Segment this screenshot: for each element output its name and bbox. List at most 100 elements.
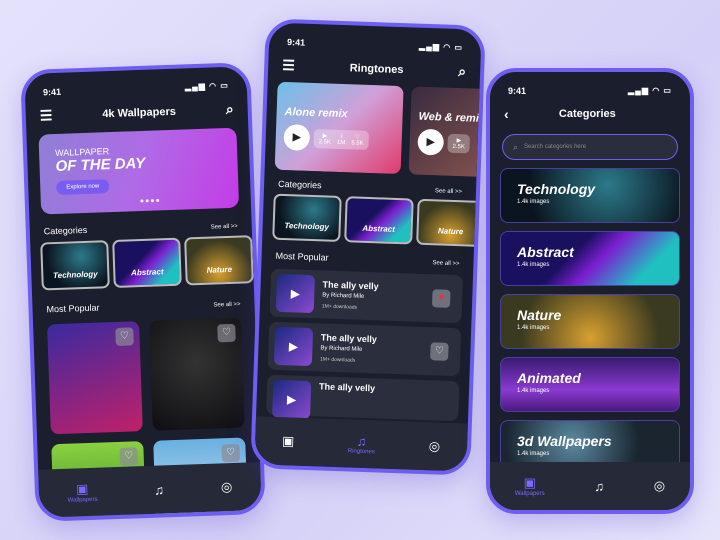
see-all-link[interactable]: See all >> bbox=[432, 260, 459, 267]
music-note-icon: ♫ bbox=[153, 481, 165, 498]
play-button[interactable]: ▶ bbox=[417, 128, 445, 156]
category-card[interactable]: Nature 1.4k images bbox=[500, 294, 680, 349]
play-thumbnail[interactable]: ▶ bbox=[271, 379, 312, 420]
bottom-nav: ▣ Wallpapers ♫ ◎ bbox=[38, 462, 262, 518]
category-card[interactable]: Technology bbox=[272, 193, 342, 243]
category-name: Animated bbox=[517, 370, 581, 386]
menu-icon[interactable]: ☰ bbox=[39, 107, 52, 124]
signal-wifi-battery-icon: ▂▄▆ ◠ ▭ bbox=[628, 86, 672, 95]
signal-wifi-battery-icon: ▂▄▆ ◠ ▭ bbox=[184, 80, 229, 92]
status-time: 9:41 bbox=[286, 37, 306, 48]
search-icon[interactable]: ⌕ bbox=[458, 63, 466, 80]
section-title: Categories bbox=[43, 224, 88, 237]
ringtone-title: Web & remix bbox=[418, 110, 480, 126]
play-button[interactable]: ▶ bbox=[283, 124, 311, 151]
song-downloads: 1M+ downloads bbox=[319, 356, 356, 364]
music-note-icon: ♫ bbox=[356, 433, 367, 449]
nav-wallpapers[interactable]: ▣ Wallpapers bbox=[515, 475, 545, 497]
nav-wallpapers[interactable]: ▣ bbox=[282, 433, 295, 449]
status-time: 9:41 bbox=[42, 86, 62, 98]
bottom-nav: ▣ Wallpapers ♫ ◎ bbox=[490, 462, 690, 510]
category-card[interactable]: Animated 1.4k images bbox=[500, 357, 680, 412]
back-icon[interactable]: ‹ bbox=[504, 106, 509, 122]
song-row[interactable]: ▶ The ally velly By Richard Mile 1M+ downlo… bbox=[269, 268, 464, 324]
search-icon[interactable]: ⌕ bbox=[226, 101, 234, 118]
category-name: Abstract bbox=[517, 244, 574, 260]
category-count: 1.4k images bbox=[517, 451, 550, 457]
nav-wallpapers[interactable]: ▣ Wallpapers bbox=[67, 481, 98, 504]
category-card[interactable]: Nature bbox=[416, 198, 476, 248]
nav-ringtones[interactable]: ♫ bbox=[154, 482, 164, 497]
category-card[interactable]: Abstract bbox=[112, 237, 182, 289]
categories-phone: 9:41 ▂▄▆ ◠ ▭ ‹ Categories ⌕ Search categori… bbox=[486, 68, 694, 514]
see-all-link[interactable]: See all >> bbox=[211, 224, 238, 231]
search-input[interactable]: ⌕ Search categories here bbox=[502, 134, 678, 160]
nav-label: Wallpapers bbox=[67, 496, 98, 504]
heart-icon[interactable]: ♡ bbox=[115, 327, 134, 346]
song-row[interactable]: ▶ The ally velly By Richard Mile 1M+ downlo… bbox=[267, 321, 462, 377]
like-count: 5.5K bbox=[351, 139, 364, 147]
search-placeholder: Search categories here bbox=[524, 144, 587, 150]
section-title: Categories bbox=[277, 178, 322, 191]
play-count: 2.5K bbox=[318, 138, 332, 146]
wallpaper-tile[interactable]: ♡ bbox=[47, 321, 143, 435]
nav-ringtones[interactable]: ♫ Ringtones bbox=[348, 433, 376, 455]
section-title: Most Popular bbox=[275, 250, 329, 263]
play-count: 2.5K bbox=[452, 143, 466, 150]
featured-ringtone-card[interactable]: Alone remix ▶ ▶ 2.5K ⤓ 1M ♡ 5.5K bbox=[274, 81, 404, 175]
wallpaper-icon: ▣ bbox=[75, 481, 89, 497]
category-count: 1.4k images bbox=[517, 262, 550, 268]
heart-icon[interactable]: ♡ bbox=[430, 342, 449, 361]
see-all-link[interactable]: See all >> bbox=[213, 302, 240, 309]
carousel-dots[interactable]: ●●●● bbox=[140, 197, 161, 205]
page-title: 4k Wallpapers bbox=[102, 105, 177, 120]
category-card[interactable]: Technology 1.4k images bbox=[500, 168, 680, 223]
play-thumbnail[interactable]: ▶ bbox=[275, 273, 315, 314]
heart-icon[interactable]: ♡ bbox=[119, 447, 139, 466]
explore-now-button[interactable]: Explore now bbox=[56, 179, 110, 195]
category-count: 1.4k images bbox=[517, 325, 550, 331]
section-title: Most Popular bbox=[46, 302, 100, 315]
song-artist: By Richard Mile bbox=[320, 345, 363, 353]
heart-circle-icon: ◎ bbox=[653, 478, 666, 493]
song-downloads: 1M+ downloads bbox=[321, 303, 358, 311]
wallpapers-phone: 9:41 ▂▄▆ ◠ ▭ ☰ 4k Wallpapers ⌕ WALLPAPER OF… bbox=[20, 62, 266, 522]
wallpaper-icon: ▣ bbox=[281, 433, 295, 449]
ringtone-title: Alone remix bbox=[284, 106, 348, 121]
status-time: 9:41 bbox=[508, 86, 527, 96]
nav-favorites[interactable]: ◎ bbox=[221, 479, 233, 495]
wallpaper-of-the-day-banner[interactable]: WALLPAPER OF THE DAY Explore now ●●●● bbox=[38, 127, 240, 215]
category-name: Nature bbox=[517, 307, 562, 323]
play-thumbnail[interactable]: ▶ bbox=[273, 326, 314, 367]
category-count: 1.4k images bbox=[517, 199, 550, 205]
song-title: The ally velly bbox=[318, 381, 376, 394]
category-card[interactable]: Nature bbox=[184, 235, 254, 286]
heart-circle-icon: ◎ bbox=[428, 438, 441, 454]
category-card[interactable]: Abstract bbox=[344, 196, 414, 245]
music-note-icon: ♫ bbox=[594, 478, 605, 494]
download-count: 1M bbox=[336, 139, 346, 146]
menu-icon[interactable]: ☰ bbox=[282, 57, 295, 74]
ringtones-phone: 9:41 ▂▄▆ ◠ ▭ ☰ Ringtones ⌕ Alone remix ▶ ▶ 2… bbox=[250, 18, 486, 476]
category-count: 1.4k images bbox=[517, 388, 550, 394]
category-card[interactable]: Technology bbox=[40, 240, 110, 291]
page-title: Categories bbox=[558, 108, 616, 120]
wallpaper-tile[interactable]: ♡ bbox=[149, 317, 245, 431]
song-title: The ally velly bbox=[320, 332, 377, 345]
heart-icon[interactable]: ♡ bbox=[221, 443, 240, 463]
featured-ringtone-card[interactable]: Web & remix ▶ ▶ 2.5K bbox=[408, 86, 480, 177]
heart-filled-icon[interactable]: ♥ bbox=[431, 289, 451, 308]
song-row[interactable]: ▶ The ally velly bbox=[266, 374, 460, 422]
song-artist: By Richard Mile bbox=[322, 292, 365, 300]
nav-ringtones[interactable]: ♫ bbox=[594, 479, 604, 494]
nav-favorites[interactable]: ◎ bbox=[429, 438, 441, 454]
signal-wifi-battery-icon: ▂▄▆ ◠ ▭ bbox=[418, 41, 464, 53]
page-title: Ringtones bbox=[349, 61, 404, 76]
wallpaper-icon: ▣ bbox=[523, 475, 536, 490]
search-icon: ⌕ bbox=[513, 141, 519, 152]
see-all-link[interactable]: See all >> bbox=[435, 188, 462, 195]
category-card[interactable]: Abstract 1.4k images bbox=[500, 231, 680, 286]
heart-icon[interactable]: ♡ bbox=[217, 323, 236, 343]
nav-favorites[interactable]: ◎ bbox=[654, 478, 665, 494]
category-name: Technology bbox=[517, 181, 596, 197]
